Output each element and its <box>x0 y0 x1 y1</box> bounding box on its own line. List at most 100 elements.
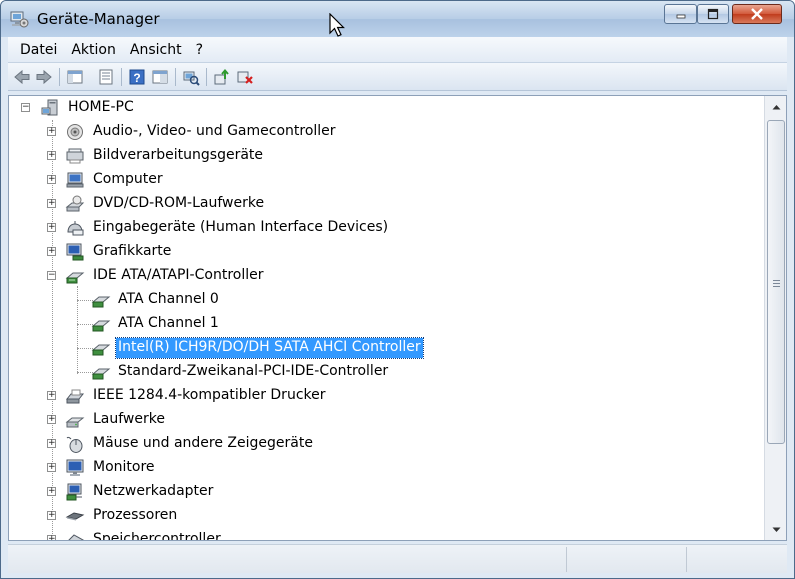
close-button[interactable] <box>732 4 782 24</box>
tree-item-computer[interactable]: + Computer <box>9 168 759 192</box>
ide-channel-icon <box>91 320 111 332</box>
tree-item-label: Laufwerke <box>93 411 165 427</box>
computer-icon <box>66 172 84 188</box>
tree-child-ata-channel-0[interactable]: ATA Channel 0 <box>9 288 759 312</box>
tree-child-intel-ahci[interactable]: Intel(R) ICH9R/DO/DH SATA AHCI Controlle… <box>9 336 759 360</box>
maximize-button[interactable] <box>697 4 729 24</box>
expand-toggle[interactable]: + <box>47 247 56 256</box>
audio-icon <box>67 124 83 140</box>
expand-toggle[interactable]: + <box>47 175 56 184</box>
collapse-toggle[interactable]: − <box>21 103 30 112</box>
menu-aktion[interactable]: Aktion <box>64 42 123 58</box>
tree-item-imaging[interactable]: + Bildverarbeitungsgeräte <box>9 144 759 168</box>
thumb-grip <box>773 283 780 284</box>
display-adapter-icon <box>66 243 84 261</box>
tree-item-drives[interactable]: + Laufwerke <box>9 408 759 432</box>
console-tree-icon[interactable] <box>66 68 84 86</box>
tree-item-processors[interactable]: + Prozessoren <box>9 504 759 528</box>
network-adapter-icon <box>66 483 82 501</box>
tree-item-mice[interactable]: + Mäuse und andere Zeigegeräte <box>9 432 759 456</box>
svg-text:?: ? <box>133 71 140 85</box>
scanner-icon <box>66 148 84 164</box>
maximize-icon <box>707 8 719 20</box>
tree-item-label: Mäuse und andere Zeigegeräte <box>93 435 313 451</box>
minimize-button[interactable] <box>664 4 697 24</box>
expand-toggle[interactable]: + <box>47 463 56 472</box>
device-manager-icon <box>10 11 29 28</box>
device-tree[interactable]: − HOME-PC + Audio-, Video- und Gamecontr… <box>9 96 763 540</box>
mouse-cursor-icon <box>329 13 345 37</box>
status-bar <box>8 544 787 573</box>
cdrom-icon <box>65 195 85 212</box>
tree-item-label: Grafikkarte <box>93 243 172 259</box>
minimize-icon <box>676 14 685 19</box>
toolbar-separator <box>175 68 176 86</box>
forward-arrow-icon[interactable] <box>35 68 53 86</box>
expand-toggle[interactable]: + <box>47 535 56 540</box>
tree-child-label-selected: Intel(R) ICH9R/DO/DH SATA AHCI Controlle… <box>115 337 424 359</box>
tree-item-network[interactable]: + Netzwerkadapter <box>9 480 759 504</box>
vertical-scrollbar[interactable] <box>764 96 786 540</box>
tree-item-audio[interactable]: + Audio-, Video- und Gamecontroller <box>9 120 759 144</box>
title-bar[interactable]: Geräte-Manager <box>1 1 794 37</box>
scan-hardware-icon[interactable] <box>182 68 200 86</box>
expand-toggle[interactable]: + <box>47 487 56 496</box>
menu-bar: Datei Aktion Ansicht ? <box>8 37 787 63</box>
expand-toggle[interactable]: + <box>47 511 56 520</box>
update-driver-icon[interactable] <box>213 68 231 86</box>
expand-toggle[interactable]: + <box>47 223 56 232</box>
status-divider <box>566 547 567 572</box>
device-tree-frame: − HOME-PC + Audio-, Video- und Gamecontr… <box>8 95 787 541</box>
status-divider <box>686 547 687 572</box>
disk-drive-icon <box>65 417 85 428</box>
tree-item-label: IEEE 1284.4-kompatibler Drucker <box>93 387 326 403</box>
ide-channel-icon <box>91 368 111 380</box>
thumb-grip <box>773 286 780 287</box>
tree-item-label: IDE ATA/ATAPI-Controller <box>93 267 264 283</box>
toolbar-separator <box>59 68 60 86</box>
collapse-toggle[interactable]: − <box>47 271 56 280</box>
tree-item-dvd[interactable]: + DVD/CD-ROM-Laufwerke <box>9 192 759 216</box>
tree-root[interactable]: − HOME-PC <box>9 96 759 120</box>
uninstall-icon[interactable] <box>236 68 254 86</box>
help-icon[interactable]: ? <box>128 68 146 86</box>
tree-item-storage[interactable]: + Speichercontroller <box>9 528 759 540</box>
hid-icon <box>67 221 84 236</box>
ide-controller-icon <box>65 272 85 284</box>
tree-item-label: Monitore <box>93 459 155 475</box>
properties-icon[interactable] <box>97 68 115 86</box>
expand-toggle[interactable]: + <box>47 391 56 400</box>
tree-child-standard-pci-ide[interactable]: Standard-Zweikanal-PCI-IDE-Controller <box>9 360 759 384</box>
mouse-icon <box>66 436 83 453</box>
tree-item-hid[interactable]: + Eingabegeräte (Human Interface Devices… <box>9 216 759 240</box>
menu-ansicht[interactable]: Ansicht <box>123 42 189 58</box>
tree-item-label: Audio-, Video- und Gamecontroller <box>93 123 336 139</box>
toolbar: ? <box>8 63 787 91</box>
menu-datei[interactable]: Datei <box>13 42 64 58</box>
scroll-down-icon <box>772 527 780 532</box>
tree-item-label: Netzwerkadapter <box>93 483 214 499</box>
expand-toggle[interactable]: + <box>47 439 56 448</box>
tree-child-label: Standard-Zweikanal-PCI-IDE-Controller <box>118 363 389 379</box>
scroll-up-button[interactable] <box>767 98 785 115</box>
window-title: Geräte-Manager <box>37 10 160 28</box>
tree-item-ide[interactable]: − IDE ATA/ATAPI-Controller <box>9 264 759 288</box>
expand-toggle[interactable]: + <box>47 127 56 136</box>
tree-item-printer[interactable]: + IEEE 1284.4-kompatibler Drucker <box>9 384 759 408</box>
expand-toggle[interactable]: + <box>47 199 56 208</box>
show-view-icon[interactable] <box>151 68 169 86</box>
tree-child-ata-channel-1[interactable]: ATA Channel 1 <box>9 312 759 336</box>
tree-item-monitors[interactable]: + Monitore <box>9 456 759 480</box>
scroll-up-icon <box>772 104 780 109</box>
back-arrow-icon[interactable] <box>13 68 31 86</box>
close-icon <box>751 8 763 20</box>
scroll-down-button[interactable] <box>767 521 785 538</box>
tree-item-label: Bildverarbeitungsgeräte <box>93 147 264 163</box>
tree-item-label: Computer <box>93 171 163 187</box>
menu-help[interactable]: ? <box>189 42 210 58</box>
expand-toggle[interactable]: + <box>47 415 56 424</box>
tree-item-label: Prozessoren <box>93 507 178 523</box>
scrollbar-thumb[interactable] <box>767 120 785 444</box>
expand-toggle[interactable]: + <box>47 151 56 160</box>
tree-item-graphics[interactable]: + Grafikkarte <box>9 240 759 264</box>
